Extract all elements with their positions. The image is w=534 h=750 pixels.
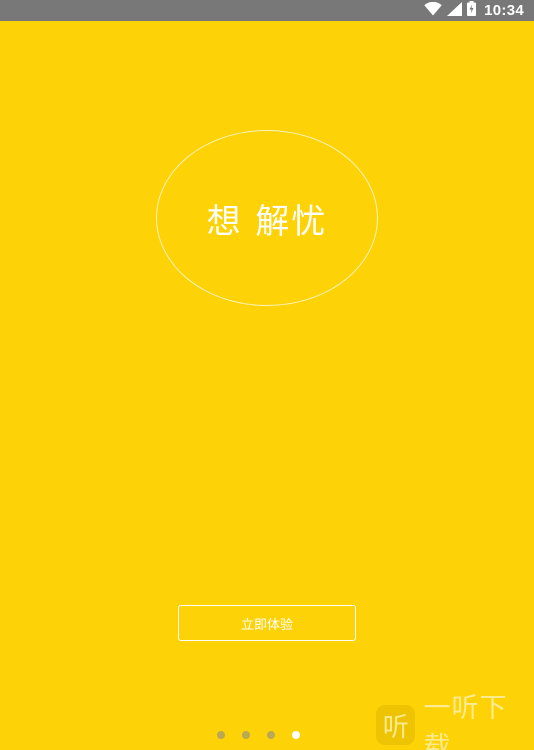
page-dot-4-active[interactable] (292, 731, 300, 739)
status-time: 10:34 (484, 2, 524, 19)
page-dot-1[interactable] (217, 731, 225, 739)
watermark-logo-icon: 听 (376, 705, 416, 745)
wifi-icon (424, 1, 442, 20)
page-dot-3[interactable] (267, 731, 275, 739)
watermark: 听 一听下载 (372, 693, 534, 750)
page-indicator (217, 731, 300, 739)
cell-signal-icon (447, 1, 463, 20)
splash-screen: 10:34 想 解忧 立即体验 听 一听下载 (0, 0, 534, 750)
try-now-button[interactable]: 立即体验 (178, 605, 356, 641)
slogan-circle: 想 解忧 (156, 130, 378, 306)
slogan-text: 想 解忧 (206, 201, 328, 242)
status-bar: 10:34 (0, 0, 534, 21)
battery-icon (467, 1, 477, 20)
page-dot-2[interactable] (242, 731, 250, 739)
watermark-text: 一听下载 (423, 693, 508, 750)
